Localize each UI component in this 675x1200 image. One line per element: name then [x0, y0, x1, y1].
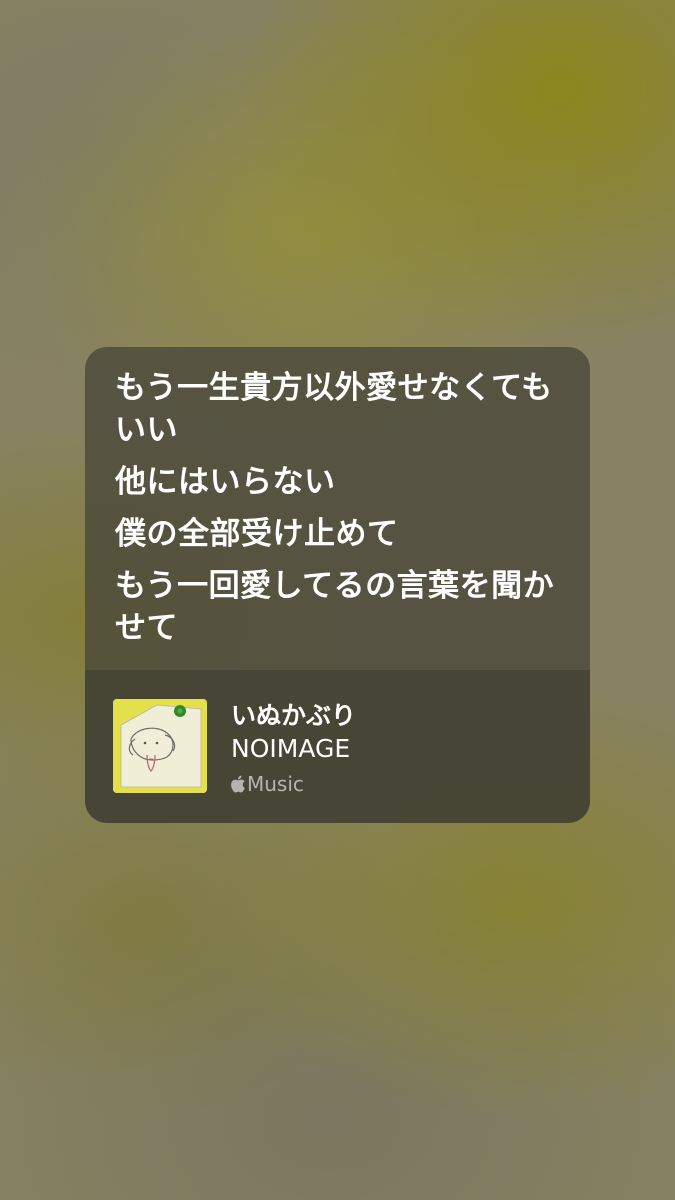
lyrics-block: もう一生貴方以外愛せなくてもいい 他にはいらない 僕の全部受け止めて もう一回愛…: [85, 347, 590, 670]
dog-drawing-artwork-icon: [113, 699, 207, 793]
lyric-line: もう一生貴方以外愛せなくてもいい: [115, 370, 553, 448]
track-info[interactable]: いぬかぶり NOIMAGE Music: [85, 670, 590, 823]
lyric-line: もう一回愛してるの言葉を聞かせて: [115, 568, 555, 646]
apple-music-badge: Music: [229, 772, 304, 796]
lyric-line: 他にはいらない: [115, 464, 336, 500]
song-title: いぬかぶり: [231, 701, 357, 730]
apple-icon: [229, 774, 246, 794]
album-artwork[interactable]: [113, 699, 207, 793]
artist-name: NOIMAGE: [231, 734, 351, 763]
lyric-line: 僕の全部受け止めて: [115, 516, 399, 552]
lyrics-share-card[interactable]: もう一生貴方以外愛せなくてもいい 他にはいらない 僕の全部受け止めて もう一回愛…: [85, 347, 590, 823]
service-label: Music: [247, 772, 304, 796]
